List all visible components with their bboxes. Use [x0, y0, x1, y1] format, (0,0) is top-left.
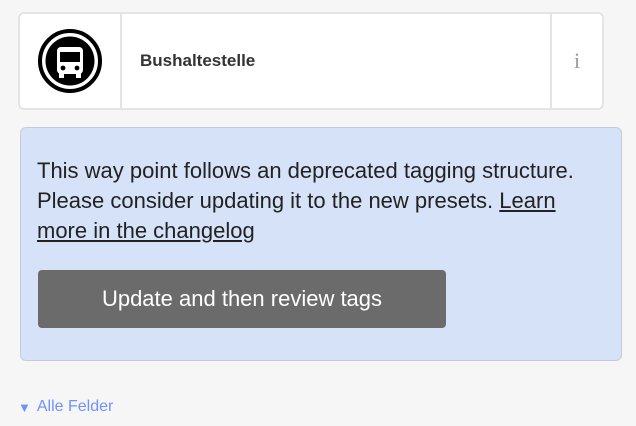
all-fields-label: Alle Felder [36, 398, 114, 415]
preset-name[interactable]: Bushaltestelle [122, 14, 550, 108]
bus-icon [38, 29, 102, 93]
preset-info-button[interactable]: i [550, 14, 602, 108]
preset-card: Bushaltestelle i [18, 12, 604, 110]
notice-message: This way point follows an deprecated tag… [37, 156, 605, 246]
deprecated-tagging-notice: This way point follows an deprecated tag… [20, 127, 622, 361]
update-tags-button[interactable]: Update and then review tags [38, 270, 446, 328]
all-fields-toggle[interactable]: ▼ Alle Felder [18, 398, 113, 416]
preset-icon-container[interactable] [20, 14, 122, 108]
triangle-down-icon: ▼ [18, 399, 31, 415]
notice-message-text: This way point follows an deprecated tag… [37, 158, 574, 213]
